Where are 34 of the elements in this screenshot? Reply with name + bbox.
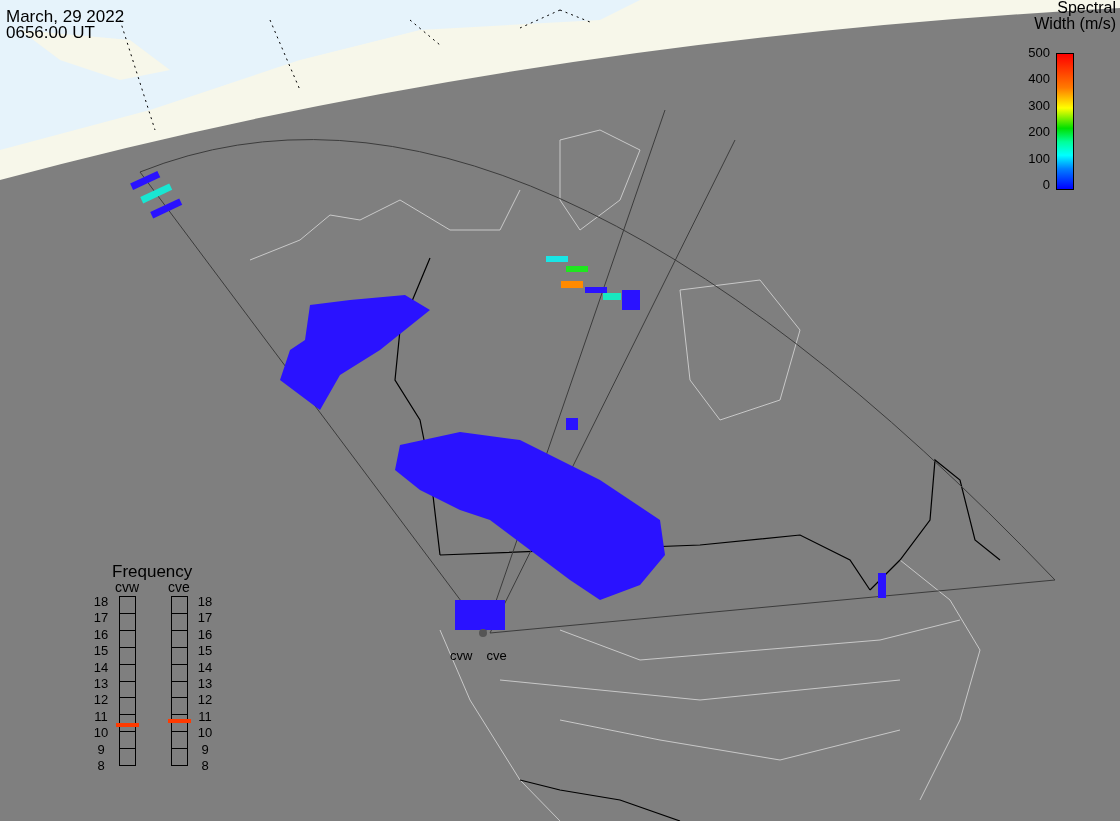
frequency-tick-label: 14 — [197, 661, 213, 674]
frequency-tick-label: 15 — [197, 645, 213, 658]
colorbar-tick-label: 400 — [1028, 72, 1050, 87]
frequency-tick-label: 9 — [97, 743, 105, 756]
colorbar-tick-label: 100 — [1028, 151, 1050, 166]
frequency-tick-label: 16 — [93, 628, 109, 641]
frequency-tick-label: 13 — [197, 677, 213, 690]
frequency-tick-label: 9 — [201, 743, 209, 756]
frequency-tick-label: 10 — [93, 727, 109, 740]
frequency-tick-label: 18 — [197, 596, 213, 608]
colorbar-title: Width (m/s) — [1034, 16, 1116, 32]
frequency-tick-label: 16 — [197, 628, 213, 641]
colorbar-tick-label: 300 — [1028, 98, 1050, 113]
colorbar-tick-label: 200 — [1028, 125, 1050, 140]
frequency-tick-label: 14 — [93, 661, 109, 674]
colorbar-tick-label: 500 — [1028, 46, 1050, 60]
frequency-tick-label: 15 — [93, 645, 109, 658]
frequency-tick-label: 12 — [93, 694, 109, 707]
frequency-tick-label: 17 — [197, 612, 213, 625]
frequency-tick-label: 13 — [93, 677, 109, 690]
frequency-tick-label: 8 — [97, 759, 105, 772]
radar-site-label: cvw — [450, 647, 473, 665]
radar-site-label: cve — [486, 647, 507, 665]
frequency-tick-label: 11 — [94, 710, 108, 723]
frequency-tick-label: 8 — [201, 759, 209, 772]
frequency-tick-label: 10 — [197, 727, 213, 740]
colorbar-tick-label: 0 — [1042, 177, 1050, 192]
frequency-tick-label: 11 — [198, 710, 212, 723]
date-label: March, 29 2022 — [6, 9, 125, 25]
frequency-tick-label: 18 — [93, 596, 109, 608]
time-label: 0656:00 UT — [6, 25, 96, 41]
frequency-tick-label: 17 — [93, 612, 109, 625]
frequency-tick-label: 12 — [197, 694, 213, 707]
colorbar-title: Spectral — [1057, 0, 1116, 16]
